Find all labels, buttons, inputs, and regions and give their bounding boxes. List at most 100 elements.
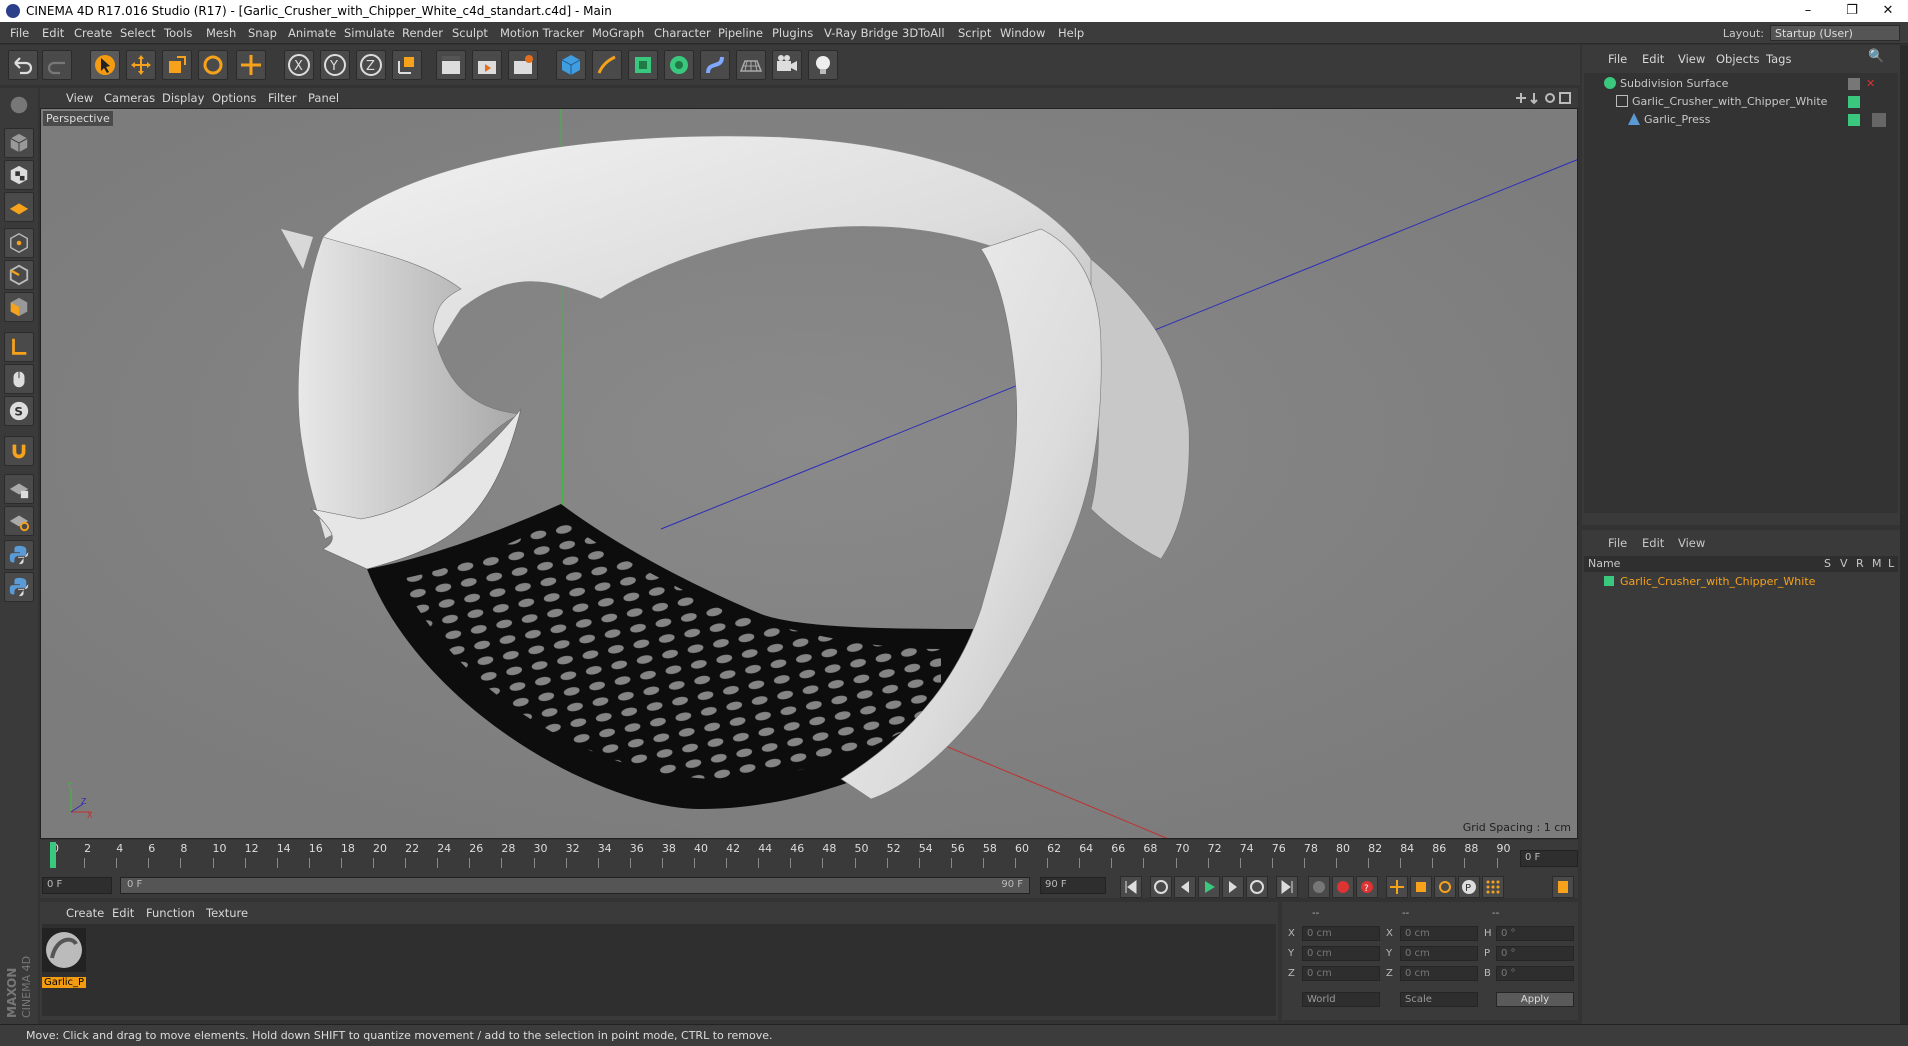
render-picture-viewer-button[interactable] (472, 50, 502, 80)
viewport-menu-filter[interactable]: Filter (268, 91, 296, 105)
layer-color-tag[interactable] (1848, 114, 1860, 126)
layer-menu-view[interactable]: View (1678, 536, 1705, 550)
menu-pipeline[interactable]: Pipeline (718, 26, 763, 40)
make-editable-button[interactable] (4, 90, 34, 120)
viewport-camera-label[interactable]: Perspective (43, 111, 113, 126)
end-frame-field[interactable]: 90 F (1040, 877, 1106, 894)
menu-tools[interactable]: Tools (164, 26, 192, 40)
rotation-h-field[interactable]: 0 ° (1496, 926, 1574, 941)
key-parameter-button[interactable]: P (1458, 876, 1480, 898)
3d-viewport[interactable]: Perspective Grid Spacing : 1 cm Y XZ (40, 108, 1578, 839)
planar-workplane-button[interactable] (4, 506, 34, 536)
snapping-button[interactable] (4, 436, 34, 466)
apply-button[interactable]: Apply (1496, 992, 1574, 1007)
menu-select[interactable]: Select (120, 26, 155, 40)
autokey-button[interactable] (1332, 876, 1354, 898)
menu-script[interactable]: Script (958, 26, 991, 40)
spline-pen-button[interactable] (592, 50, 622, 80)
material-menu-function[interactable]: Function (146, 906, 195, 920)
menu-help[interactable]: Help (1058, 26, 1084, 40)
coordinate-system-button[interactable] (392, 50, 422, 80)
key-rotation-button[interactable] (1434, 876, 1456, 898)
position-z-field[interactable]: 0 cm (1302, 966, 1380, 981)
menu-plugins[interactable]: Plugins (772, 26, 813, 40)
workplane-mode-button[interactable] (4, 192, 34, 222)
tree-row-garlic-crusher[interactable]: Garlic_Crusher_with_Chipper_White (1588, 95, 1894, 111)
points-mode-button[interactable] (4, 228, 34, 258)
position-x-field[interactable]: 0 cm (1302, 926, 1380, 941)
tree-row-garlic-press[interactable]: Garlic_Press (1588, 113, 1894, 129)
python-script-2-button[interactable] (4, 572, 34, 602)
visibility-toggle[interactable] (1848, 78, 1860, 90)
z-axis-lock-button[interactable]: Z (356, 50, 386, 80)
texture-mode-button[interactable] (4, 160, 34, 190)
tweak-mode-button[interactable] (4, 364, 34, 394)
subdivision-surface-button[interactable] (628, 50, 658, 80)
redo-button[interactable] (42, 50, 72, 80)
minimize-button[interactable]: – (1786, 0, 1830, 22)
close-button[interactable]: ✕ (1866, 0, 1908, 22)
rotation-b-field[interactable]: 0 ° (1496, 966, 1574, 981)
render-view-button[interactable] (436, 50, 466, 80)
key-position-button[interactable] (1386, 876, 1408, 898)
menu-character[interactable]: Character (654, 26, 711, 40)
object-menu-file[interactable]: File (1608, 52, 1627, 66)
goto-end-button[interactable] (1276, 876, 1298, 898)
size-y-field[interactable]: 0 cm (1400, 946, 1478, 961)
timeline-window-button[interactable] (1552, 876, 1574, 898)
layer-menu-edit[interactable]: Edit (1642, 536, 1664, 550)
object-menu-view[interactable]: View (1678, 52, 1705, 66)
start-frame-field[interactable]: 0 F (42, 877, 112, 894)
menu-simulate[interactable]: Simulate (344, 26, 395, 40)
menu-window[interactable]: Window (1000, 26, 1045, 40)
coord-size-dropdown[interactable]: Scale (1400, 992, 1478, 1007)
position-y-field[interactable]: 0 cm (1302, 946, 1380, 961)
menu-motion-tracker[interactable]: Motion Tracker (500, 26, 584, 40)
key-scale-button[interactable] (1410, 876, 1432, 898)
previous-frame-button[interactable] (1174, 876, 1196, 898)
object-menu-edit[interactable]: Edit (1642, 52, 1664, 66)
menu-3dtoall[interactable]: 3DToAll (902, 26, 945, 40)
cube-object-button[interactable] (556, 50, 586, 80)
array-mograph-button[interactable] (664, 50, 694, 80)
keyframe-help-button[interactable]: ? (1356, 876, 1378, 898)
menu-sculpt[interactable]: Sculpt (452, 26, 488, 40)
previous-key-button[interactable] (1150, 876, 1172, 898)
edges-mode-button[interactable] (4, 260, 34, 290)
size-x-field[interactable]: 0 cm (1400, 926, 1478, 941)
viewport-menu-display[interactable]: Display (162, 91, 204, 105)
rotate-tool-button[interactable] (198, 50, 228, 80)
viewport-menu-options[interactable]: Options (212, 91, 256, 105)
axis-mode-button[interactable] (4, 332, 34, 362)
undo-button[interactable] (8, 50, 38, 80)
viewport-menu-panel[interactable]: Panel (308, 91, 339, 105)
model-mode-button[interactable] (4, 128, 34, 158)
object-menu-tags[interactable]: Tags (1766, 52, 1791, 66)
transform-tool-button[interactable] (236, 50, 266, 80)
menu-snap[interactable]: Snap (248, 26, 277, 40)
disable-x-icon[interactable]: ✕ (1866, 77, 1875, 90)
viewport-menu-view[interactable]: View (66, 91, 93, 105)
solo-mode-button[interactable]: S (4, 396, 34, 426)
next-key-button[interactable] (1246, 876, 1268, 898)
menu-edit[interactable]: Edit (42, 26, 64, 40)
size-z-field[interactable]: 0 cm (1400, 966, 1478, 981)
material-menu-texture[interactable]: Texture (206, 906, 248, 920)
goto-start-button[interactable] (1120, 876, 1142, 898)
record-keys-button[interactable] (1308, 876, 1330, 898)
light-button[interactable] (808, 50, 838, 80)
python-script-button[interactable] (4, 540, 34, 570)
camera-button[interactable] (772, 50, 802, 80)
timeline-ruler[interactable]: 0246810121416182022242628303234363840424… (40, 840, 1578, 876)
current-frame-field[interactable]: 0 F (1520, 850, 1578, 867)
menu-mesh[interactable]: Mesh (206, 26, 236, 40)
deformer-button[interactable] (700, 50, 730, 80)
playhead[interactable] (50, 842, 56, 868)
layer-menu-file[interactable]: File (1608, 536, 1627, 550)
menu-vray-bridge[interactable]: V-Ray Bridge (824, 26, 898, 40)
material-swatch[interactable]: Garlic_P (42, 928, 86, 988)
viewport-menu-cameras[interactable]: Cameras (104, 91, 155, 105)
scale-tool-button[interactable] (162, 50, 192, 80)
play-button[interactable] (1198, 876, 1220, 898)
key-pla-button[interactable] (1482, 876, 1504, 898)
